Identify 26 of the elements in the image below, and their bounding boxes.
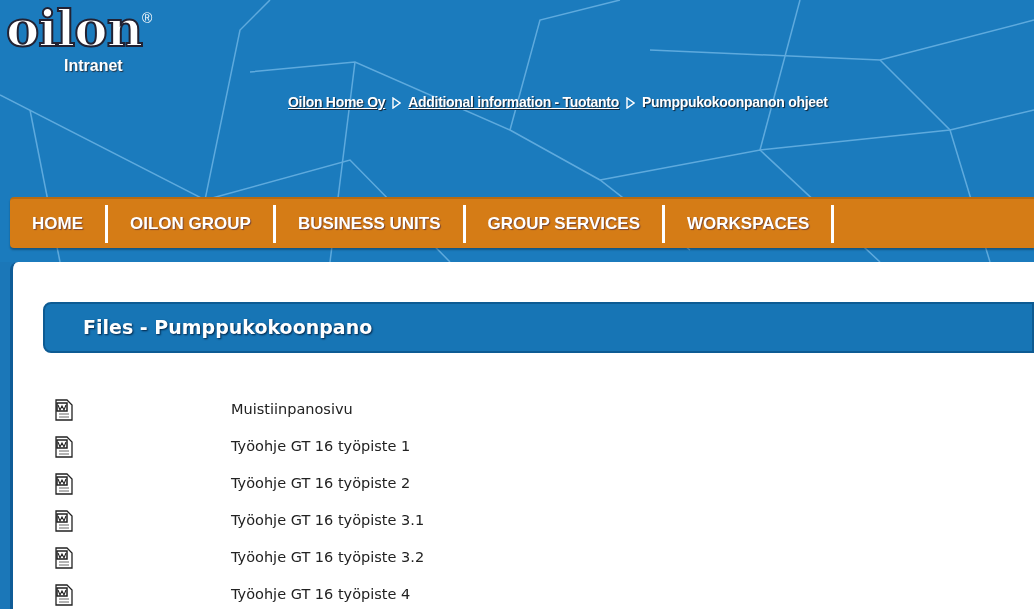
file-link[interactable]: Muistiinpanosivu xyxy=(231,398,353,421)
nav-link[interactable]: GROUP SERVICES xyxy=(465,199,662,248)
document-icon xyxy=(55,546,73,569)
document-icon xyxy=(55,398,73,421)
document-icon xyxy=(55,583,73,606)
nav-link[interactable]: OILON GROUP xyxy=(108,199,273,248)
breadcrumb-link[interactable]: Oilon Home Oy xyxy=(288,92,386,113)
file-link[interactable]: Työohje GT 16 työpiste 3.2 xyxy=(231,546,425,569)
registered-mark: ® xyxy=(142,10,153,26)
document-icon xyxy=(55,435,73,458)
file-link[interactable]: Työohje GT 16 työpiste 1 xyxy=(231,435,411,458)
breadcrumb-current: Pumppukokoonpanon ohjeet xyxy=(641,93,828,112)
nav-link[interactable]: BUSINESS UNITS xyxy=(275,199,463,248)
nav-link[interactable]: WORKSPACES xyxy=(664,199,832,248)
section-header: Files - Pumppukokoonpano xyxy=(43,302,1034,353)
document-icon xyxy=(55,472,73,495)
file-link[interactable]: Työohje GT 16 työpiste 4 xyxy=(231,583,411,606)
file-link[interactable]: Työohje GT 16 työpiste 3.1 xyxy=(231,509,425,532)
separator-icon xyxy=(625,96,635,109)
separator-icon xyxy=(392,96,402,109)
logo: oilon xyxy=(6,4,143,54)
file-link[interactable]: Työohje GT 16 työpiste 2 xyxy=(231,472,411,495)
document-icon xyxy=(55,509,73,532)
nav-link[interactable]: HOME xyxy=(10,199,105,248)
breadcrumb-link[interactable]: Additional information - Tuotanto xyxy=(408,92,619,113)
logo-subtitle: Intranet xyxy=(64,56,123,76)
